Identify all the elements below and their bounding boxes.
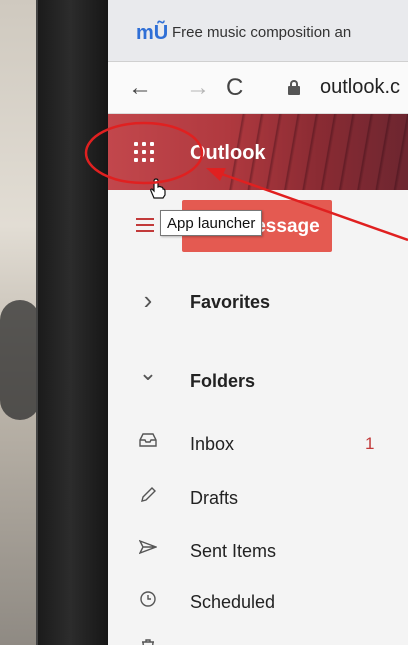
folder-label: Scheduled [190,592,276,612]
outlook-brand[interactable]: Outlook [190,142,266,165]
nav-section-label: Folders [190,371,256,391]
forward-arrow-icon[interactable]: → [186,74,210,102]
send-icon [138,539,158,559]
nav-section-favorites[interactable]: › Favorites [108,282,408,322]
unread-count: 1 [365,434,375,453]
folder-label: Drafts [190,488,239,508]
hamburger-menu-icon[interactable] [136,218,154,232]
folder-sent-items[interactable]: Sent Items [108,531,408,571]
site-favicon-icon: mŨ [136,22,169,44]
reload-icon[interactable]: C [226,74,243,102]
hand-cursor-icon [148,178,166,206]
address-bar: ← → C outlook.c [108,62,408,114]
folder-drafts[interactable]: Drafts [108,478,408,518]
pencil-icon [138,486,158,506]
folder-inbox[interactable]: Inbox 1 [108,424,408,464]
url-field[interactable]: outlook.c [320,76,400,99]
clock-icon [138,590,158,610]
folder-deleted[interactable] [108,630,408,645]
back-arrow-icon[interactable]: ← [128,74,152,102]
nav-section-label: Favorites [190,292,271,312]
folder-scheduled[interactable]: Scheduled [108,582,408,622]
monitor-bezel [36,0,110,645]
inbox-icon [138,432,158,452]
app-launcher-tooltip: App launcher [160,210,263,236]
trash-icon [138,638,158,645]
app-launcher-icon[interactable] [134,142,156,164]
screen: mŨ Free music composition an ← → C outlo… [108,0,408,645]
browser-tab-strip: mŨ Free music composition an [108,0,408,62]
tab-fade [348,14,408,50]
chevron-down-icon: ⌄ [138,360,158,385]
lock-icon[interactable] [288,80,300,95]
folder-label: Sent Items [190,541,277,561]
tab-title[interactable]: Free music composition an [172,24,351,41]
nav-section-folders[interactable]: ⌄ Folders [108,361,408,401]
desk-object [0,300,40,420]
chevron-right-icon: › [143,285,153,315]
folder-label: Inbox [190,434,235,454]
